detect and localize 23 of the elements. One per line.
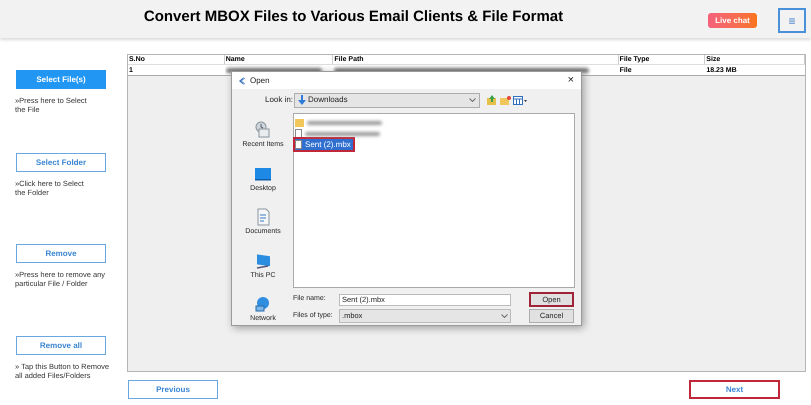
dialog-title: Open: [250, 74, 270, 86]
file-item[interactable]: [295, 128, 382, 139]
next-button[interactable]: Next: [689, 380, 780, 399]
view-menu-icon[interactable]: [513, 96, 527, 104]
monitor-icon[interactable]: [254, 252, 272, 270]
previous-button[interactable]: Previous: [128, 380, 218, 399]
menu-button[interactable]: ≡: [778, 8, 806, 33]
caret-icon: [501, 314, 508, 318]
page-title: Convert MBOX Files to Various Email Clients & File Format: [144, 6, 564, 27]
app-icon: [237, 76, 246, 86]
look-in-label: Look in:: [265, 94, 294, 106]
folder-icon: [295, 118, 304, 126]
down-arrow-icon: [298, 95, 306, 105]
up-folder-icon[interactable]: [487, 95, 497, 105]
sidebar-button[interactable]: Select Folder: [16, 153, 106, 172]
look-in-dropdown[interactable]: Downloads: [294, 92, 480, 108]
caret-icon: [469, 98, 476, 102]
new-folder-icon[interactable]: [500, 96, 511, 104]
clock-document-icon[interactable]: [254, 121, 272, 139]
close-icon[interactable]: ×: [568, 75, 574, 86]
file-item[interactable]: Sent (2).mbx: [295, 139, 353, 150]
sidebar-button[interactable]: Remove: [16, 244, 106, 263]
sidebar-button[interactable]: Remove all: [16, 336, 106, 355]
